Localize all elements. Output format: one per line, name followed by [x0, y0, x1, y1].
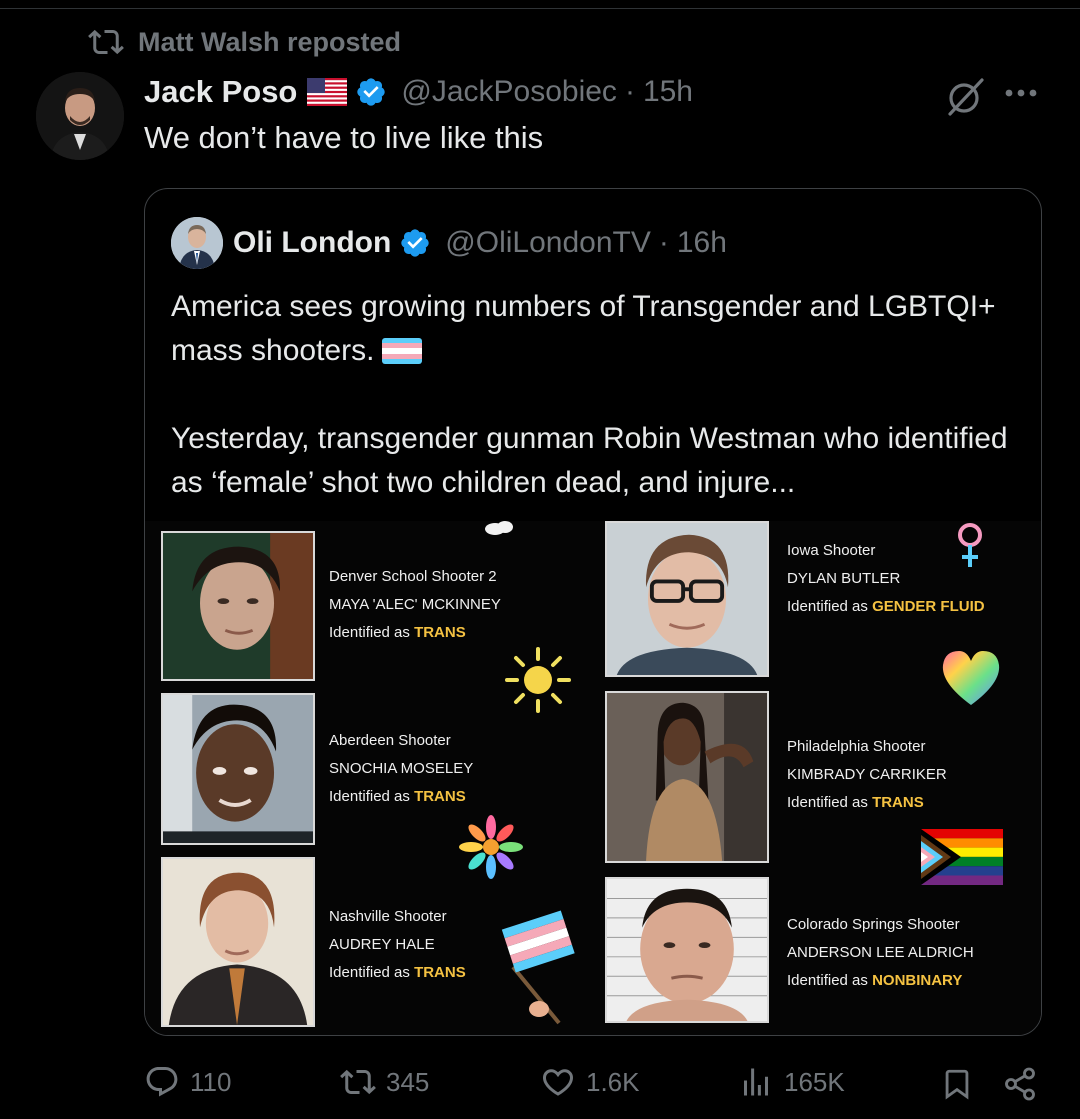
like-count: 1.6K [586, 1066, 640, 1097]
reply-count: 110 [190, 1066, 232, 1097]
caption-title: Philadelphia Shooter [787, 738, 926, 755]
quote-tweet-card[interactable]: Oli London @OliLondonTV · 16h America se… [144, 188, 1042, 1036]
quote-text-paragraph-2: Yesterday, transgender gunman Robin West… [171, 422, 1008, 499]
bookmark-icon[interactable] [940, 1066, 974, 1102]
separator: · [658, 226, 669, 259]
caption-name: KIMBRADY CARRIKER [787, 766, 947, 783]
caption-ident-prefix: Identified as [787, 598, 873, 615]
quote-timestamp[interactable]: 16h [677, 226, 727, 260]
caption-identity: TRANS [872, 794, 924, 811]
caption-name: SNOCHIA MOSELEY [329, 760, 474, 777]
verified-badge-icon[interactable] [399, 227, 431, 259]
action-bar: 110 345 1.6K 165K [144, 1058, 1044, 1110]
photo-colorado-springs-shooter [605, 877, 769, 1023]
reply-icon [146, 1067, 178, 1097]
caption-aberdeen: Aberdeen Shooter SNOCHIA MOSELEY Identif… [329, 727, 473, 811]
caption-philadelphia: Philadelphia Shooter KIMBRADY CARRIKER I… [787, 733, 947, 817]
quote-author-handle[interactable]: @OliLondonTV [445, 226, 651, 260]
repost-count: 345 [386, 1066, 430, 1097]
caption-ident-prefix: Identified as [787, 972, 873, 989]
rainbow-heart-sticker-icon [942, 651, 1000, 705]
views-button[interactable]: 165K [738, 1064, 845, 1100]
author-name[interactable]: Jack Poso [144, 74, 297, 110]
flower-sticker-icon [459, 815, 523, 879]
caption-name: AUDREY HALE [329, 936, 435, 953]
repost-icon [340, 1069, 376, 1095]
separator: · [624, 75, 635, 108]
repost-button[interactable]: 345 [340, 1064, 429, 1100]
divider [0, 8, 1080, 9]
caption-denver: Denver School Shooter 2 MAYA 'ALEC' MCKI… [329, 563, 501, 647]
share-icon[interactable] [1000, 1066, 1040, 1102]
grok-icon[interactable] [942, 74, 988, 120]
caption-identity: TRANS [414, 788, 466, 805]
caption-identity: GENDER FLUID [872, 598, 985, 615]
views-chart-icon [744, 1068, 768, 1096]
caption-identity: NONBINARY [872, 972, 963, 989]
quote-avatar-image [171, 217, 223, 269]
caption-name: ANDERSON LEE ALDRICH [787, 944, 974, 961]
transgender-flag-emoji-icon [382, 338, 423, 364]
us-flag-icon [307, 78, 348, 106]
repost-context[interactable]: Matt Walsh reposted [88, 24, 401, 60]
quote-avatar[interactable] [171, 217, 223, 269]
quote-text-paragraph-1: America sees growing numbers of Transgen… [171, 290, 996, 367]
caption-title: Denver School Shooter 2 [329, 568, 497, 585]
avatar[interactable] [36, 72, 124, 160]
photo-aberdeen-shooter [161, 693, 315, 845]
repost-label: Matt Walsh reposted [138, 26, 402, 57]
caption-ident-prefix: Identified as [329, 788, 415, 805]
caption-title: Iowa Shooter [787, 542, 876, 559]
transgender-flag-sticker-icon [501, 910, 575, 1025]
caption-title: Nashville Shooter [329, 908, 447, 925]
reply-button[interactable]: 110 [144, 1064, 231, 1100]
tweet-text: We don’t have to live like this [144, 120, 544, 155]
progress-pride-flag-sticker-icon [921, 829, 1003, 885]
caption-name: MAYA 'ALEC' MCKINNEY [329, 596, 501, 613]
quote-text: America sees growing numbers of Transgen… [171, 285, 1021, 505]
photo-iowa-shooter [605, 521, 769, 677]
caption-name: DYLAN BUTLER [787, 570, 901, 587]
caption-nashville: Nashville Shooter AUDREY HALE Identified… [329, 903, 466, 987]
quote-author-name[interactable]: Oli London [233, 226, 391, 260]
attached-image-collage[interactable]: Denver School Shooter 2 MAYA 'ALEC' MCKI… [145, 521, 1041, 1035]
cloud-sticker-icon [485, 521, 513, 535]
caption-colorado-springs: Colorado Springs Shooter ANDERSON LEE AL… [787, 911, 974, 995]
repost-icon [88, 29, 124, 55]
gender-symbol-sticker-icon [958, 523, 982, 567]
view-count: 165K [784, 1066, 845, 1097]
caption-ident-prefix: Identified as [787, 794, 873, 811]
caption-identity: TRANS [414, 624, 466, 641]
caption-ident-prefix: Identified as [329, 624, 415, 641]
caption-title: Colorado Springs Shooter [787, 916, 960, 933]
caption-ident-prefix: Identified as [329, 964, 415, 981]
like-button[interactable]: 1.6K [540, 1064, 640, 1100]
quote-header: Oli London @OliLondonTV · 16h [233, 221, 727, 265]
more-options-icon[interactable] [1000, 78, 1042, 108]
photo-philadelphia-shooter [605, 691, 769, 863]
verified-badge-icon[interactable] [355, 76, 387, 108]
caption-identity: TRANS [414, 964, 466, 981]
caption-title: Aberdeen Shooter [329, 732, 451, 749]
heart-icon [542, 1069, 574, 1096]
photo-nashville-shooter [161, 857, 315, 1027]
tweet-header: Jack Poso @JackPosobiec · 15h [144, 70, 693, 114]
avatar-image [36, 72, 124, 160]
timestamp[interactable]: 15h [643, 75, 693, 109]
sun-sticker-icon [505, 647, 571, 713]
photo-denver-shooter [161, 531, 315, 681]
author-handle[interactable]: @JackPosobiec [401, 75, 617, 109]
